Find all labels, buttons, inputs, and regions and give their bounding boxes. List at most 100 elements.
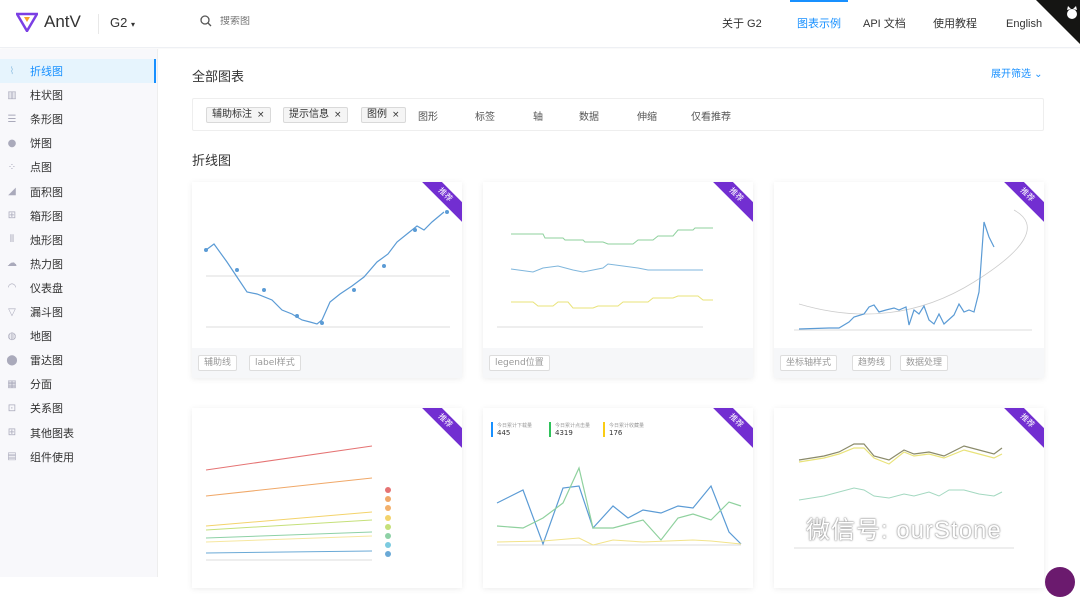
sidebar-item-label: 面积图 [30,185,63,199]
chart-thumbnail [497,227,713,328]
example-card[interactable]: 推荐 [774,408,1044,588]
card-footer: 坐标轴样式 趋势线 数据处理 [774,348,1044,378]
map-icon: ◍ [7,330,17,342]
chevron-down-icon: ▾ [130,20,135,29]
dot-chart-icon: ⁘ [7,161,17,173]
sidebar-item[interactable]: ◢ 面积图 [0,180,156,204]
horizontal-bar-icon: ☰ [7,113,17,125]
sidebar-item[interactable]: ◠ 仪表盘 [0,276,156,300]
antv-logo[interactable]: AntV [16,12,81,32]
nav-examples[interactable]: 图表示例 [790,0,848,48]
page-title: 全部图表 [192,70,245,85]
search-icon [200,15,212,27]
sidebar-item[interactable]: ⌇ 折线图 [0,59,156,83]
sidebar-item-label: 漏斗图 [30,306,63,319]
sidebar-item-label: 组件使用 [30,450,74,464]
example-card[interactable]: 今日累计下载量 445 今日累计点击量 4319 今日累计收藏量 176 推荐 [483,408,753,588]
chart-thumbnail [496,466,742,546]
sidebar-item[interactable]: ◍ 地图 [0,324,156,348]
radar-icon: ⬤ [6,354,18,366]
top-header: AntV G2 ▾ 关于 G2 图表示例 API 文档 使用教程 English [0,0,1080,48]
sidebar-item[interactable]: ▽ 漏斗图 [0,300,156,324]
gauge-icon: ◠ [7,282,17,294]
sidebar-item[interactable]: ● 饼图 [0,131,156,155]
product-switcher[interactable]: G2 ▾ [110,15,135,30]
floating-action-button[interactable] [1045,567,1075,597]
sidebar-item-label: 地图 [30,330,52,344]
tag-label: 提示信息 [289,109,329,120]
example-card[interactable]: 推荐 坐标轴样式 趋势线 数据处理 [774,182,1044,378]
sidebar-item[interactable]: ⁘ 点图 [0,155,156,179]
sidebar-item[interactable]: ⊞ 箱形图 [0,204,156,228]
search-input[interactable] [220,15,380,27]
chart-legend [385,487,391,557]
sidebar-item-label: 柱状图 [30,89,63,103]
other-chart-icon: ⊞ [7,427,17,438]
github-corner-icon[interactable] [1028,0,1080,48]
sidebar-item[interactable]: ⫴ 烛形图 [0,228,156,252]
card-tag[interactable]: 坐标轴样式 [780,355,838,371]
funnel-icon: ▽ [8,306,16,318]
example-card[interactable]: 推荐 [192,408,462,588]
section-title: 折线图 [192,154,232,169]
close-icon[interactable]: × [392,110,400,120]
sidebar-item-label: 饼图 [30,137,52,151]
sidebar-item-label: 烛形图 [30,233,63,247]
expand-filter-button[interactable]: 展开筛选 ⌄ [991,65,1043,80]
sidebar-item[interactable]: ⊞ 其他图表 [0,421,156,445]
bar-chart-icon: ▥ [7,89,17,101]
filter-option[interactable]: 标签 [475,108,495,123]
sidebar-item-label: 折线图 [30,65,63,78]
tag-label: 辅助标注 [212,109,252,120]
filter-option[interactable]: 轴 [533,108,543,123]
example-card[interactable]: 推荐 辅助线 label样式 [192,182,462,378]
sidebar-item[interactable]: ☁ 热力图 [0,252,156,276]
close-icon[interactable]: × [334,110,342,120]
card-footer: legend位置 [483,348,753,378]
nav-api-docs[interactable]: API 文档 [863,0,906,48]
nav-tutorial[interactable]: 使用教程 [933,0,977,48]
pie-chart-icon: ● [7,137,17,149]
facet-icon: ▦ [7,378,17,390]
search-box[interactable] [200,15,380,27]
nav-about[interactable]: 关于 G2 [722,0,762,48]
sidebar-item-label: 关系图 [30,402,63,416]
area-chart-icon: ◢ [8,186,16,197]
card-tag[interactable]: 数据处理 [900,355,949,371]
card-tag[interactable]: 辅助线 [198,355,238,371]
filter-option[interactable]: 伸缩 [637,108,657,123]
chart-thumbnail [204,210,450,328]
brand-name: AntV [44,12,81,31]
filter-option[interactable]: 图形 [418,108,438,123]
close-icon[interactable]: × [257,110,265,120]
selected-tag[interactable]: 辅助标注 × [206,107,271,123]
card-tag[interactable]: 趋势线 [852,355,892,371]
sidebar-item[interactable]: ⬤ 雷达图 [0,348,156,372]
relation-icon: ⊡ [7,402,17,414]
sidebar-item[interactable]: ☰ 条形图 [0,107,156,131]
chart-thumbnail [794,443,1014,549]
heatmap-icon: ☁ [7,258,17,270]
example-card[interactable]: 推荐 legend位置 [483,182,753,378]
sidebar-item-label: 点图 [30,161,52,175]
selected-tag[interactable]: 图例 × [361,107,406,123]
sidebar-item-label: 仪表盘 [30,281,63,295]
line-chart-icon: ⌇ [9,65,15,77]
card-tag[interactable]: label样式 [249,355,301,371]
card-footer: 辅助线 label样式 [192,348,462,378]
card-tag[interactable]: legend位置 [489,355,550,371]
sidebar-item[interactable]: ▥ 柱状图 [0,83,156,107]
sidebar-item-label: 条形图 [30,113,63,127]
candlestick-icon: ⫴ [9,234,15,246]
sidebar-item[interactable]: ▦ 分面 [0,372,156,396]
filter-option[interactable]: 数据 [579,108,599,123]
antv-logo-icon [16,12,38,32]
filter-option[interactable]: 仅看推荐 [691,108,731,123]
expand-filter-label: 展开筛选 [991,69,1031,80]
selected-tag[interactable]: 提示信息 × [283,107,348,123]
chart-thumbnail [794,209,1032,331]
sidebar-item[interactable]: ▤ 组件使用 [0,445,156,469]
sidebar-item[interactable]: ⊡ 关系图 [0,396,156,420]
box-plot-icon: ⊞ [7,210,17,222]
sidebar-item-label: 其他图表 [30,426,74,440]
